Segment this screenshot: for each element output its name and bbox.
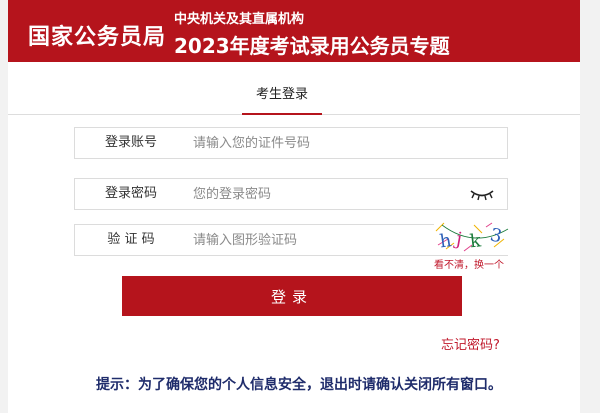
header-subtitle-2: 2023年度考试录用公务员专题 (174, 34, 450, 58)
header-subtitle-1: 中央机关及其直属机构 (174, 12, 305, 27)
login-tabbar: 考生登录 (8, 84, 580, 115)
password-label: 登录密码 (104, 186, 157, 201)
eye-closed-icon[interactable] (469, 186, 495, 202)
account-input[interactable] (187, 128, 499, 158)
tab-candidate-login[interactable]: 考生登录 (242, 84, 322, 115)
login-button[interactable]: 登录 (122, 276, 462, 316)
account-label: 登录账号 (104, 135, 157, 150)
password-input[interactable] (187, 179, 499, 209)
captcha-label: 验 证 码 (107, 232, 155, 247)
forgot-password-link[interactable]: 忘记密码? (441, 334, 500, 353)
password-field: 登录密码 (74, 178, 508, 210)
captcha-image[interactable]: h j k 3 (434, 219, 512, 255)
site-header: 国家公务员局 中央机关及其直属机构 2023年度考试录用公务员专题 (8, 0, 580, 62)
security-hint: 提示：为了确保您的个人信息安全，退出时请确认关闭所有窗口。 (96, 377, 502, 393)
account-field: 登录账号 (74, 127, 508, 159)
site-logo-text: 国家公务员局 (28, 25, 167, 50)
captcha-refresh-link[interactable]: 看不清，换一个 (434, 256, 504, 271)
